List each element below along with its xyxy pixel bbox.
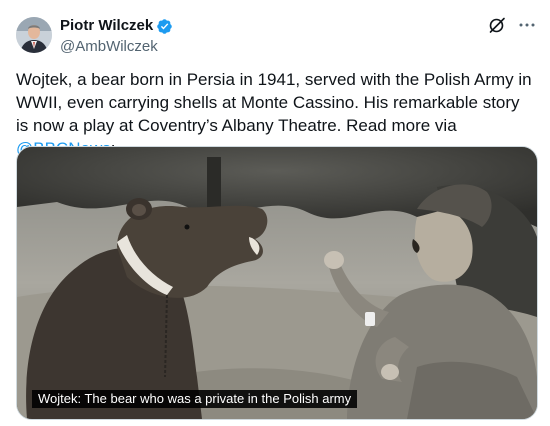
- media-caption: Wojtek: The bear who was a private in th…: [32, 390, 358, 408]
- author-name[interactable]: Piotr Wilczek: [60, 16, 153, 36]
- verified-badge-icon[interactable]: [156, 18, 173, 35]
- media-image[interactable]: Wojtek: The bear who was a private in th…: [16, 146, 538, 420]
- photo-bear-and-soldier: [17, 147, 537, 419]
- grok-icon[interactable]: [488, 16, 506, 34]
- tweet-body: Wojtek, a bear born in Persia in 1941, s…: [16, 70, 532, 135]
- tweet-card: Piotr Wilczek @AmbWilczek Wojtek, a bear…: [0, 0, 550, 426]
- tweet-top-actions: [488, 16, 536, 34]
- more-options-icon[interactable]: [518, 16, 536, 34]
- avatar[interactable]: [16, 17, 52, 53]
- author-name-row: Piotr Wilczek: [60, 16, 173, 36]
- author-block: Piotr Wilczek @AmbWilczek: [60, 16, 173, 57]
- author-handle[interactable]: @AmbWilczek: [60, 37, 173, 57]
- avatar-image: [16, 17, 52, 53]
